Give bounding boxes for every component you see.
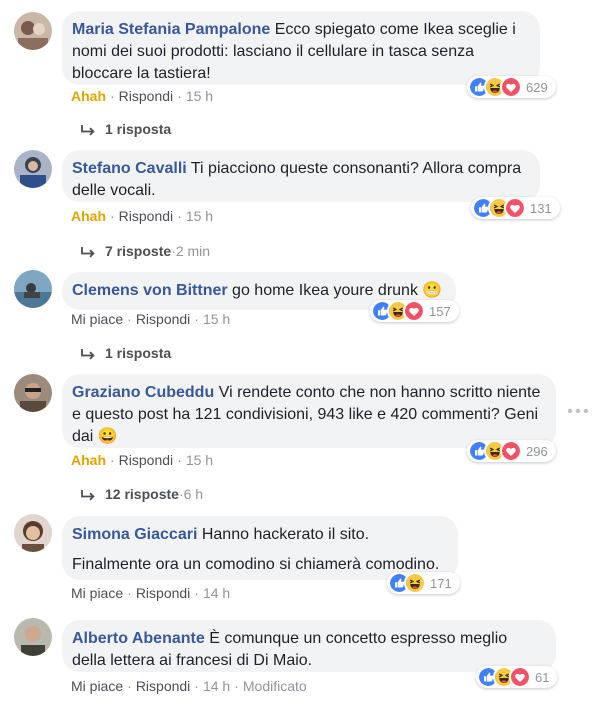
- separator-dot: ·: [194, 678, 199, 694]
- separator-dot: ·: [177, 208, 182, 224]
- reaction-count: 61: [535, 669, 550, 685]
- avatar[interactable]: [14, 12, 52, 50]
- separator-dot: ·: [194, 585, 199, 601]
- comment-actions: Mi piace · Rispondi · 14 h: [71, 585, 230, 601]
- avatar[interactable]: [14, 150, 52, 188]
- view-replies[interactable]: 1 risposta: [80, 345, 171, 361]
- avatar[interactable]: [14, 514, 52, 552]
- comment-bubble: Stefano Cavalli Ti piacciono queste cons…: [62, 150, 540, 202]
- comment-author[interactable]: Simona Giaccari: [72, 526, 197, 543]
- comment-time[interactable]: 15 h: [203, 311, 230, 327]
- avatar-photo-icon: [14, 618, 52, 656]
- avatar-photo-icon: [14, 374, 52, 412]
- love-reaction-icon: [509, 666, 531, 688]
- reply-button[interactable]: Rispondi: [136, 311, 190, 327]
- avatar-photo-icon: [14, 150, 52, 188]
- like-button[interactable]: Mi piace: [71, 678, 123, 694]
- view-replies[interactable]: 12 risposte·6 h: [80, 486, 203, 502]
- reaction-button[interactable]: Ahah: [71, 208, 106, 224]
- comment-actions: Ahah · Rispondi · 15 h: [71, 452, 213, 468]
- comment-author[interactable]: Graziano Cubeddu: [72, 384, 214, 401]
- replies-link[interactable]: 7 risposte: [105, 243, 171, 259]
- reaction-summary[interactable]: 629: [467, 76, 556, 98]
- reply-button[interactable]: Rispondi: [136, 678, 190, 694]
- comment-actions: Ahah · Rispondi · 15 h: [71, 208, 213, 224]
- reaction-summary[interactable]: 131: [471, 197, 560, 219]
- replies-link[interactable]: 1 risposta: [105, 121, 171, 137]
- avatar[interactable]: [14, 374, 52, 412]
- comment-time[interactable]: 15 h: [186, 88, 213, 104]
- separator-dot: ·: [110, 208, 115, 224]
- separator-dot: ·: [127, 678, 132, 694]
- comment-bubble: Simona Giaccari Hanno hackerato il sito.…: [62, 516, 458, 580]
- reaction-count: 296: [526, 443, 548, 459]
- reaction-button[interactable]: Ahah: [71, 452, 106, 468]
- love-reaction-icon: [500, 440, 522, 462]
- comment-bubble: Maria Stefania Pampalone Ecco spiegato c…: [62, 11, 540, 85]
- reply-button[interactable]: Rispondi: [119, 208, 173, 224]
- comment-time[interactable]: 15 h: [186, 452, 213, 468]
- reply-arrow-icon: [81, 489, 95, 501]
- replies-link[interactable]: 12 risposte: [105, 486, 179, 502]
- comment-bubble: Graziano Cubeddu Vi rendete conto che no…: [62, 374, 556, 448]
- edited-label: Modificato: [242, 678, 307, 694]
- separator-dot: ·: [177, 88, 182, 104]
- reply-arrow-icon: [81, 246, 95, 258]
- separator-dot: ·: [194, 311, 199, 327]
- reply-button[interactable]: Rispondi: [119, 452, 173, 468]
- comment-text-line2: Finalmente ora un comodino si chiamerà c…: [72, 556, 440, 573]
- haha-reaction-icon: [404, 572, 426, 594]
- comment-time[interactable]: 15 h: [186, 208, 213, 224]
- comment-author[interactable]: Maria Stefania Pampalone: [72, 21, 270, 38]
- comment-author[interactable]: Alberto Abenante: [72, 630, 205, 647]
- avatar-photo-icon: [14, 12, 52, 50]
- separator-dot: ·: [110, 452, 115, 468]
- replies-link[interactable]: 1 risposta: [105, 345, 171, 361]
- replies-time: 6 h: [183, 486, 204, 502]
- love-reaction-icon: [403, 300, 425, 322]
- avatar-photo-icon: [14, 270, 52, 308]
- love-reaction-icon: [500, 76, 522, 98]
- reply-button[interactable]: Rispondi: [119, 88, 173, 104]
- comment-actions: Mi piace · Rispondi · 15 h: [71, 311, 230, 327]
- like-button[interactable]: Mi piace: [71, 311, 123, 327]
- view-replies[interactable]: 7 risposte·2 min: [80, 243, 210, 259]
- separator-dot: ·: [127, 585, 132, 601]
- reaction-count: 157: [429, 303, 451, 319]
- comment-actions: Mi piace · Rispondi · 14 h · Modificato: [71, 678, 307, 694]
- reaction-count: 131: [530, 200, 552, 216]
- comment-actions: Ahah · Rispondi · 15 h: [71, 88, 213, 104]
- reaction-summary[interactable]: 171: [387, 572, 460, 594]
- reaction-summary[interactable]: 157: [370, 300, 459, 322]
- reaction-button[interactable]: Ahah: [71, 88, 106, 104]
- reply-arrow-icon: [81, 348, 95, 360]
- separator-dot: ·: [234, 678, 239, 694]
- comment-author[interactable]: Stefano Cavalli: [72, 160, 187, 177]
- separator-dot: ·: [110, 88, 115, 104]
- reaction-summary[interactable]: 296: [467, 440, 556, 462]
- separator-dot: ·: [177, 452, 182, 468]
- comment-author[interactable]: Clemens von Bittner: [72, 282, 228, 299]
- reply-button[interactable]: Rispondi: [136, 585, 190, 601]
- reply-arrow-icon: [81, 124, 95, 136]
- avatar[interactable]: [14, 270, 52, 308]
- comment-text: Hanno hackerato il sito.: [201, 526, 370, 543]
- view-replies[interactable]: 1 risposta: [80, 121, 171, 137]
- reaction-count: 171: [430, 575, 452, 591]
- like-button[interactable]: Mi piace: [71, 585, 123, 601]
- comment-time[interactable]: 14 h: [203, 678, 230, 694]
- replies-time: 2 min: [175, 243, 211, 259]
- comment-time[interactable]: 14 h: [203, 585, 230, 601]
- comment-bubble: Alberto Abenante È comunque un concetto …: [62, 620, 556, 672]
- reaction-count: 629: [526, 79, 548, 95]
- more-options-icon[interactable]: [566, 406, 590, 416]
- comment-text: go home Ikea youre drunk 😬: [232, 282, 443, 299]
- avatar-photo-icon: [14, 514, 52, 552]
- love-reaction-icon: [504, 197, 526, 219]
- separator-dot: ·: [127, 311, 132, 327]
- avatar[interactable]: [14, 618, 52, 656]
- reaction-summary[interactable]: 61: [476, 666, 558, 688]
